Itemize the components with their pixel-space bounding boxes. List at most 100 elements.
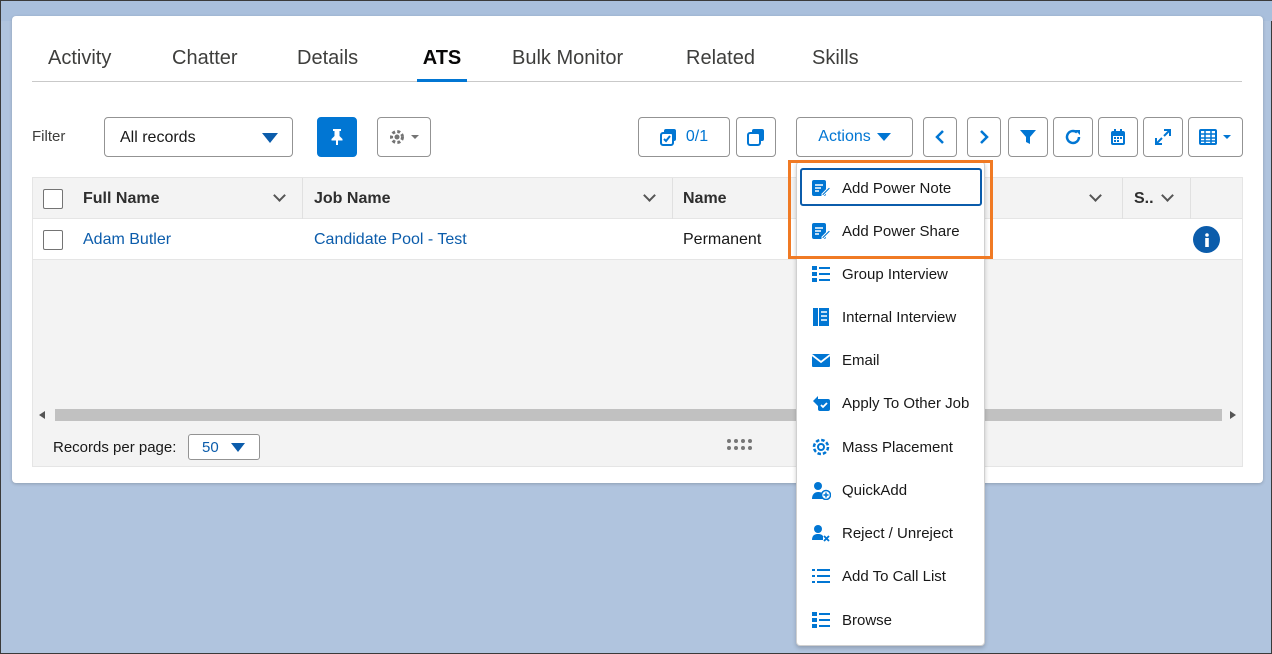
- horizontal-scrollbar[interactable]: [33, 407, 1242, 423]
- previous-button[interactable]: [923, 117, 957, 157]
- caret-small-icon: [411, 135, 419, 139]
- chevron-right-icon: [980, 130, 989, 144]
- column-header-status[interactable]: S..: [1124, 178, 1191, 219]
- menu-item-group-interview[interactable]: Group Interview: [797, 255, 984, 293]
- selection-count-button[interactable]: 0/1: [638, 117, 730, 157]
- scroll-right-icon[interactable]: [1230, 411, 1236, 419]
- scrollbar-thumb[interactable]: [55, 409, 1222, 421]
- tab-chatter[interactable]: Chatter: [172, 44, 238, 82]
- chevron-down-icon: [643, 189, 656, 202]
- chevron-down-icon: [1089, 189, 1102, 202]
- chevron-down-icon: [1161, 189, 1174, 202]
- caret-down-icon: [231, 443, 245, 452]
- calendar-button[interactable]: [1098, 117, 1138, 157]
- menu-item-label: Add Power Note: [842, 179, 952, 197]
- group-interview-icon: [812, 266, 830, 282]
- tab-related[interactable]: Related: [686, 44, 755, 82]
- caret-down-icon: [262, 133, 278, 143]
- menu-item-label: Group Interview: [842, 265, 948, 283]
- menu-item-label: Mass Placement: [842, 438, 953, 456]
- actions-label: Actions: [818, 128, 871, 145]
- reject-icon: [812, 525, 830, 542]
- internal-interview-icon: [813, 308, 829, 326]
- actions-button[interactable]: Actions: [796, 117, 913, 157]
- refresh-icon: [1065, 129, 1081, 145]
- expand-icon: [1155, 129, 1171, 145]
- records-per-page-select[interactable]: 50: [188, 434, 260, 460]
- info-icon[interactable]: [1193, 226, 1220, 253]
- expand-button[interactable]: [1143, 117, 1183, 157]
- pin-icon: [331, 129, 343, 145]
- actions-dropdown-menu: Add Power Note Add Power Share Group Int…: [796, 161, 985, 646]
- menu-item-label: Add Power Share: [842, 222, 960, 240]
- menu-item-label: Browse: [842, 611, 893, 629]
- filter-label: Filter: [32, 128, 66, 145]
- menu-item-email[interactable]: Email: [797, 341, 984, 379]
- menu-item-label: Email: [842, 351, 880, 369]
- caret-small-icon: [1223, 135, 1231, 139]
- column-header-job-name[interactable]: Job Name: [314, 178, 673, 219]
- settings-button[interactable]: [377, 117, 431, 157]
- call-list-icon: [812, 569, 830, 583]
- copy-button[interactable]: [736, 117, 776, 157]
- menu-item-label: Reject / Unreject: [842, 524, 953, 542]
- menu-item-label: QuickAdd: [842, 481, 908, 499]
- tab-bulk-monitor[interactable]: Bulk Monitor: [512, 44, 623, 82]
- quick-add-icon: [812, 482, 831, 500]
- menu-item-internal-interview[interactable]: Internal Interview: [797, 298, 984, 336]
- menu-item-add-to-call-list[interactable]: Add To Call List: [797, 557, 984, 595]
- table-footer: Records per page: 50: [33, 428, 1242, 466]
- scroll-left-icon[interactable]: [39, 411, 45, 419]
- email-icon: [811, 354, 831, 367]
- name-cell: Permanent: [683, 231, 762, 248]
- select-all-checkbox[interactable]: [43, 189, 63, 209]
- selection-count: 0/1: [685, 128, 709, 145]
- menu-item-add-power-share[interactable]: Add Power Share: [797, 212, 984, 250]
- tab-ats[interactable]: ATS: [417, 44, 467, 82]
- records-table: Full Name Job Name Name S.. Adam Butler …: [32, 177, 1243, 467]
- job-name-link[interactable]: Candidate Pool - Test: [314, 219, 467, 260]
- chevron-down-icon: [876, 133, 891, 141]
- drag-handle-icon[interactable]: [727, 439, 753, 451]
- tab-skills[interactable]: Skills: [812, 44, 859, 82]
- column-settings-button[interactable]: [1188, 117, 1243, 157]
- table-header: Full Name Job Name Name S..: [33, 178, 1242, 219]
- browse-icon: [812, 612, 830, 628]
- column-header-full-name[interactable]: Full Name: [83, 178, 303, 219]
- power-note-icon: [812, 180, 831, 196]
- menu-item-mass-placement[interactable]: Mass Placement: [797, 428, 984, 466]
- calendar-icon: [1111, 129, 1125, 145]
- filter-select[interactable]: All records: [104, 117, 293, 157]
- column-header-label: Job Name: [314, 190, 391, 207]
- refresh-button[interactable]: [1053, 117, 1093, 157]
- power-share-icon: [812, 223, 831, 239]
- menu-item-add-power-note[interactable]: Add Power Note: [797, 169, 984, 207]
- apply-job-icon: [813, 396, 830, 411]
- pin-button[interactable]: [317, 117, 357, 157]
- menu-item-quickadd[interactable]: QuickAdd: [797, 471, 984, 509]
- tab-activity[interactable]: Activity: [48, 44, 111, 82]
- ats-card: Activity Chatter Details ATS Bulk Monito…: [12, 16, 1263, 483]
- filter-icon: [1020, 130, 1036, 144]
- menu-item-browse[interactable]: Browse: [797, 601, 984, 639]
- table-icon: [1199, 129, 1217, 145]
- filter-value: All records: [120, 129, 196, 146]
- select-records-icon: [659, 129, 676, 146]
- chevron-down-icon: [273, 189, 286, 202]
- tab-bar: Activity Chatter Details ATS Bulk Monito…: [32, 44, 1242, 82]
- column-header-label: Name: [683, 190, 727, 207]
- copy-icon: [747, 129, 764, 146]
- row-checkbox[interactable]: [43, 230, 63, 250]
- tab-details[interactable]: Details: [297, 44, 358, 82]
- menu-item-apply-to-other-job[interactable]: Apply To Other Job: [797, 384, 984, 422]
- menu-item-reject-unreject[interactable]: Reject / Unreject: [797, 514, 984, 552]
- menu-item-label: Internal Interview: [842, 308, 957, 326]
- chevron-left-icon: [935, 130, 944, 144]
- column-header-label: Full Name: [83, 190, 160, 207]
- filter-button[interactable]: [1008, 117, 1048, 157]
- table-row[interactable]: Adam Butler Candidate Pool - Test Perman…: [33, 219, 1242, 260]
- full-name-link[interactable]: Adam Butler: [83, 219, 171, 260]
- menu-item-label: Apply To Other Job: [842, 394, 970, 412]
- next-button[interactable]: [967, 117, 1001, 157]
- records-per-page-label: Records per page:: [53, 439, 177, 456]
